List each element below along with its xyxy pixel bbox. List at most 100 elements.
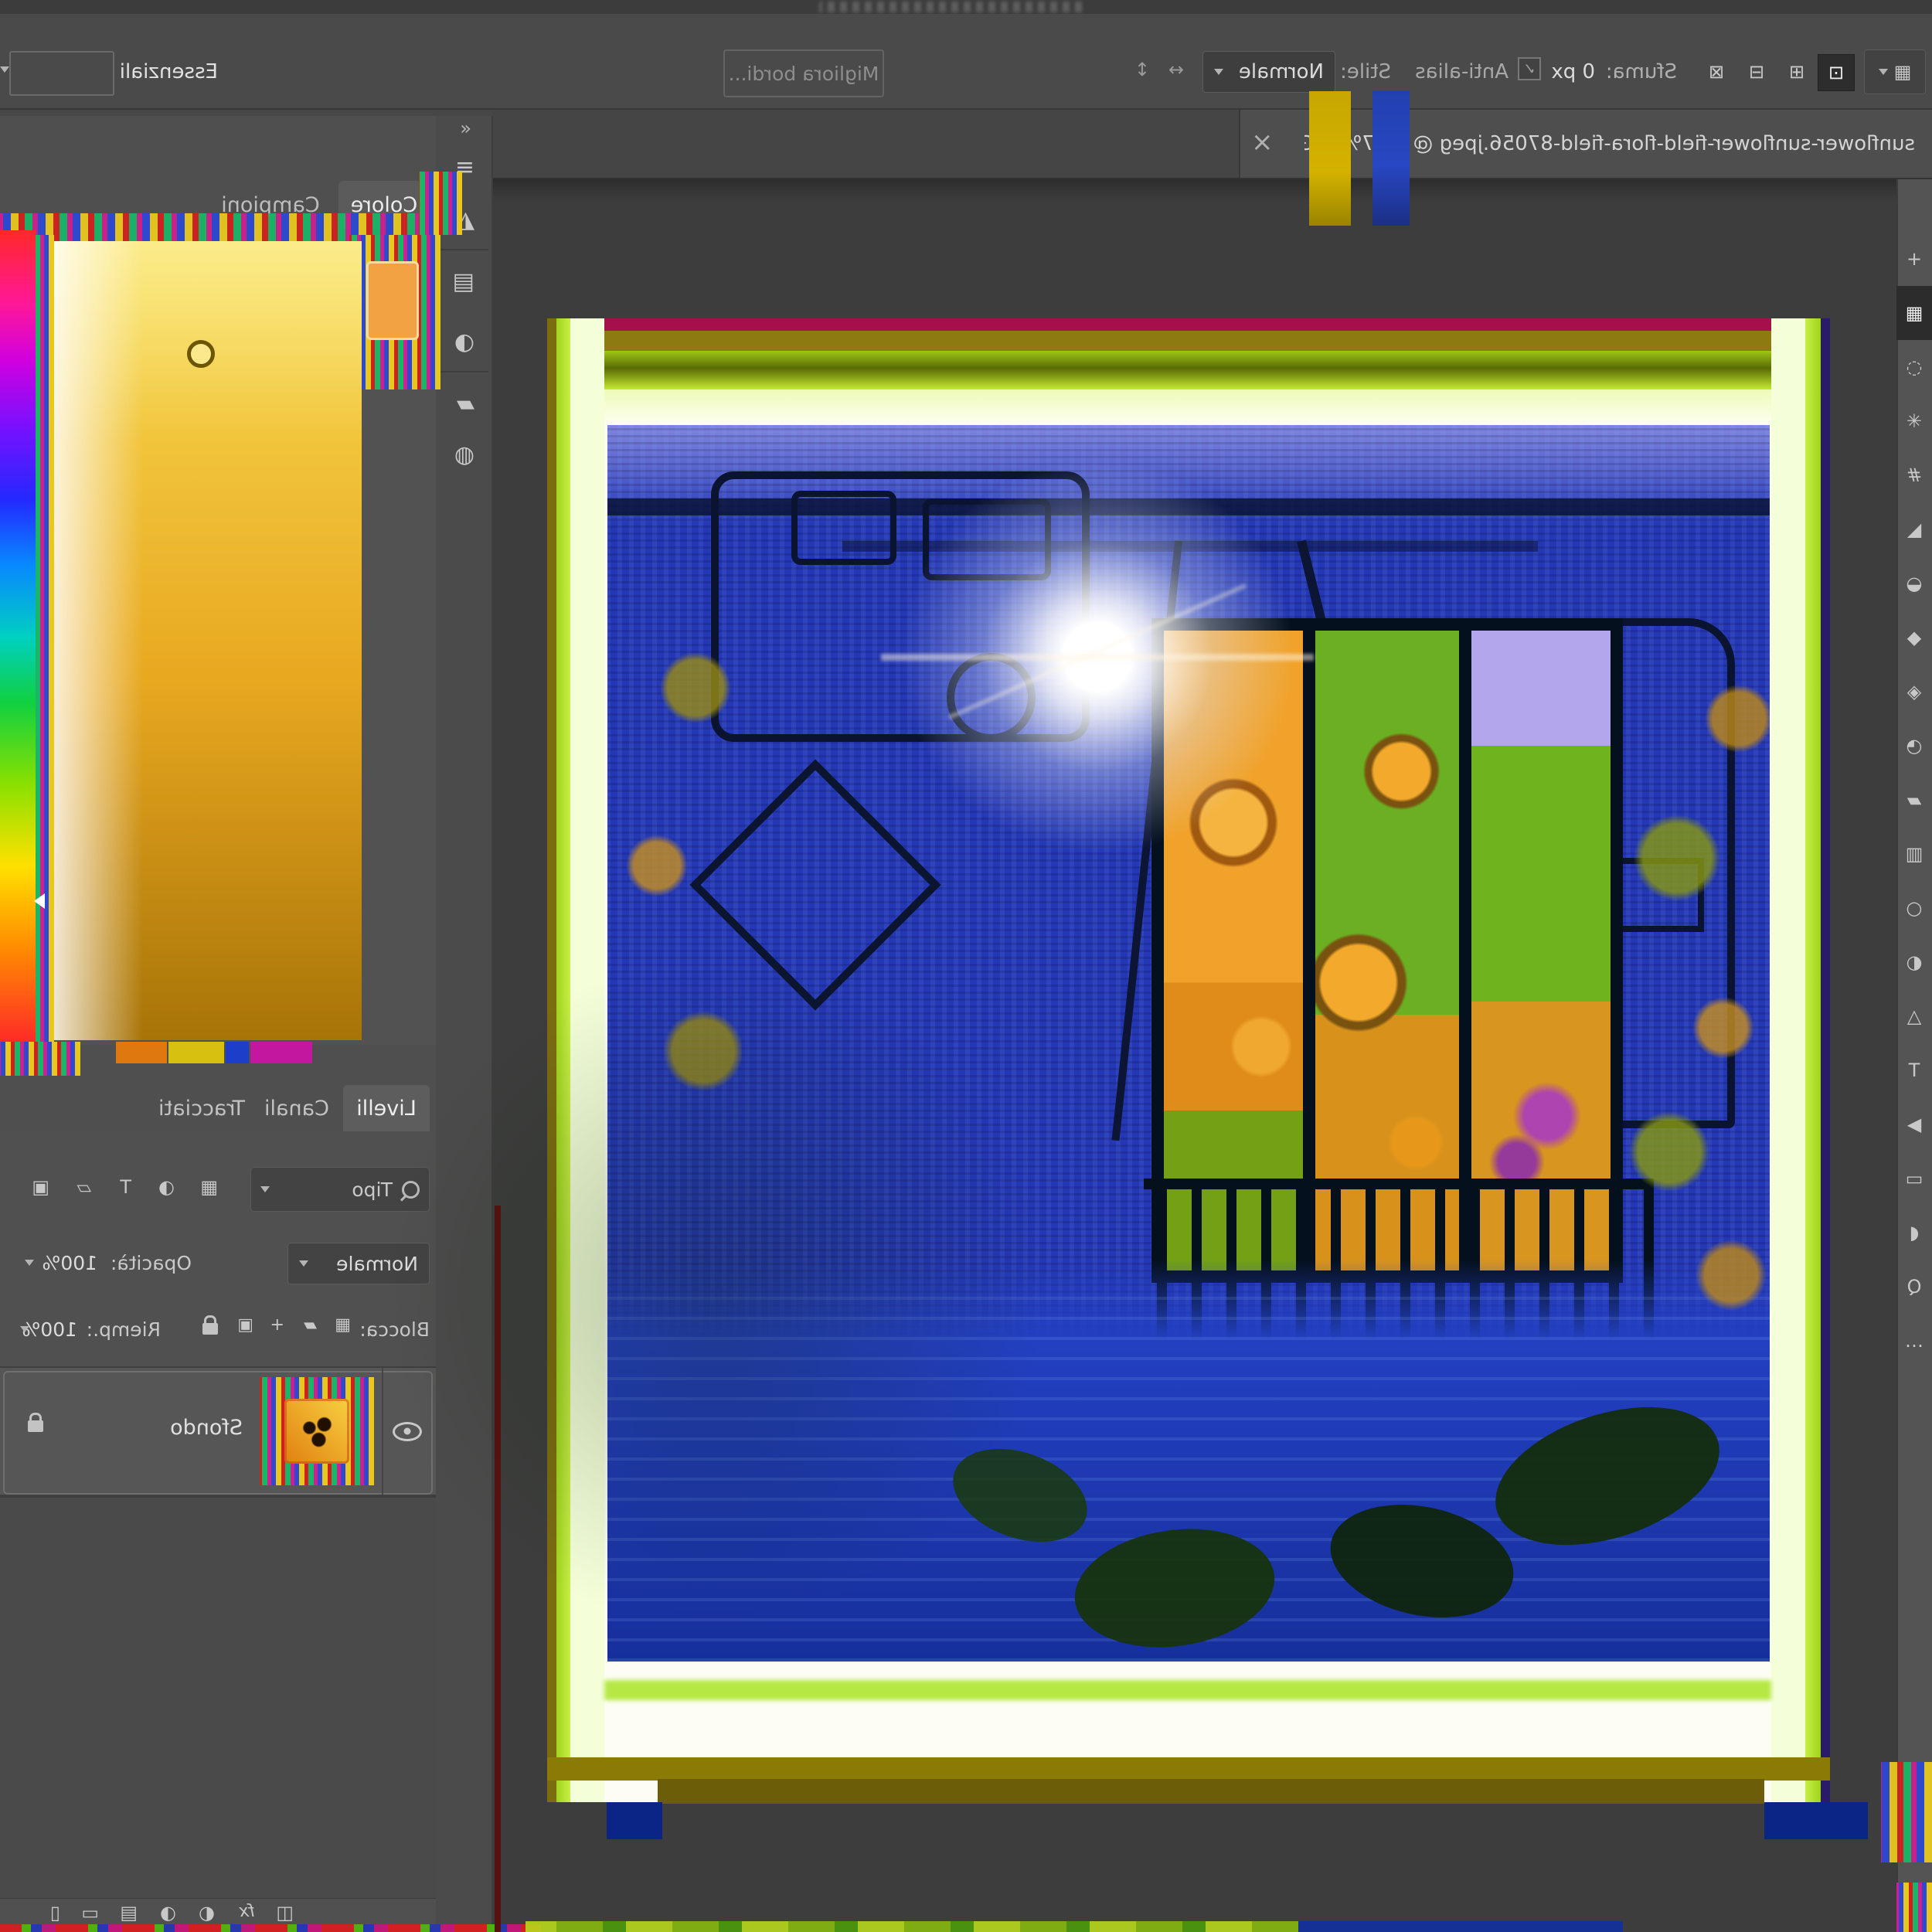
link-height-icon[interactable]: ↕ [1134, 60, 1150, 79]
refine-edge-button[interactable]: Migliora bordi... [723, 49, 884, 97]
selection-mode-new-button[interactable]: ⊡ [1818, 54, 1855, 91]
hue-slider[interactable] [0, 230, 36, 1045]
options-bar: ▦ ⊡ ⊞ ⊟ ⊠ Sfuma: 0 px ✓ Anti-alias Stile… [0, 14, 1932, 110]
move-tool-button[interactable]: + [1896, 232, 1932, 286]
fill-value[interactable]: 100% [22, 1318, 77, 1341]
hand-tool-button[interactable]: ◖ [1896, 1206, 1932, 1260]
clone-source-panel-icon[interactable]: ◍ [454, 444, 474, 467]
selection-mode-subtract-button[interactable]: ⊟ [1739, 54, 1774, 90]
lock-artboard-button[interactable]: ▣ [237, 1317, 253, 1334]
antialias-checkbox[interactable]: ✓ [1518, 57, 1541, 80]
canvas-top-shade [493, 179, 1896, 201]
selection-mode-intersect-button[interactable]: ⊠ [1699, 54, 1734, 90]
hue-slider-marker[interactable] [34, 893, 45, 909]
lock-all-button[interactable] [202, 1323, 218, 1335]
clone-stamp-tool-button[interactable]: ◈ [1896, 665, 1932, 719]
fill-chevron-icon[interactable] [20, 1326, 29, 1332]
blur-tool-button[interactable]: ○ [1896, 881, 1932, 935]
dodge-tool-button[interactable]: ◐ [1896, 935, 1932, 989]
photoshop-window: ▦ ⊡ ⊞ ⊟ ⊠ Sfuma: 0 px ✓ Anti-alias Stile… [0, 0, 1932, 1932]
brushes-panel-icon[interactable]: ▰ [457, 393, 474, 416]
eraser-tool-button[interactable]: ▰ [1896, 773, 1932, 827]
adjustments-panel-icon[interactable]: ◑ [454, 331, 474, 354]
navy-square-left [607, 1802, 662, 1839]
fill-label: Riemp.: [87, 1318, 161, 1341]
wand-tool-button[interactable]: ✳ [1896, 394, 1932, 448]
close-icon[interactable]: × [1251, 127, 1274, 158]
check-icon: ✓ [1523, 60, 1536, 78]
frame-left-indigo [1821, 318, 1830, 1802]
gradient-tool-button[interactable]: ▥ [1896, 827, 1932, 881]
artwork-shadow [658, 1779, 1764, 1804]
selection-mode-add-button[interactable]: ⊞ [1779, 54, 1815, 90]
filter-pixel-layers-button[interactable]: ▦ [200, 1178, 218, 1196]
tab-canali-label: Canali [264, 1097, 329, 1121]
navy-square-right [1764, 1802, 1868, 1839]
tab-tracciati-label: Tracciati [158, 1097, 245, 1121]
layer-group-button[interactable]: ▤ [120, 1903, 138, 1922]
glitch-bar-blue [1372, 91, 1410, 226]
layer-name[interactable]: Sfondo [170, 1416, 243, 1440]
glitch-bar-yellow [1309, 91, 1351, 226]
frame-left-glow [1771, 318, 1805, 1802]
opacity-value[interactable]: 100% [43, 1252, 97, 1274]
sketch-bus-window-2 [791, 491, 896, 565]
filter-shape-layers-button[interactable]: ▱ [77, 1178, 91, 1196]
workspace-switcher-box[interactable] [9, 51, 114, 96]
style-label: Stile: [1340, 60, 1391, 83]
lasso-tool-button[interactable]: ◌ [1896, 340, 1932, 394]
healing-tool-button[interactable]: ◒ [1896, 556, 1932, 611]
frame-top-olive [547, 331, 1830, 351]
filter-adjustment-layers-button[interactable]: ◑ [158, 1178, 175, 1196]
layer-mask-button[interactable]: ◐ [199, 1903, 215, 1922]
canvas-bottom-strip-blue [1298, 1921, 1623, 1932]
chevron-down-icon [1879, 69, 1888, 75]
workspace-chevron-icon[interactable] [0, 66, 9, 73]
toolbar-glitch-block [1896, 1883, 1932, 1932]
dock-divider-1 [437, 249, 488, 250]
crop-tool-button[interactable]: # [1896, 448, 1932, 502]
feather-input[interactable]: 0 px [1551, 60, 1595, 83]
adjustment-layer-button[interactable]: ◑ [160, 1903, 176, 1922]
delete-layer-button[interactable]: ▯ [50, 1903, 60, 1922]
layer-lock-icon [28, 1420, 43, 1432]
eyedropper-tool-button[interactable]: ◣ [1896, 502, 1932, 556]
shape-tool-button[interactable]: ▭ [1896, 1151, 1932, 1206]
libraries-panel-icon[interactable]: ▤ [453, 270, 474, 294]
style-dropdown[interactable]: Normale [1202, 51, 1335, 93]
intersect-selection-icon: ⊠ [1709, 63, 1724, 81]
color-field-marker[interactable] [187, 340, 215, 368]
link-layers-button[interactable]: ◫ [276, 1903, 294, 1922]
new-layer-button[interactable]: ▭ [81, 1903, 99, 1922]
layer-effects-button[interactable]: fx [239, 1903, 255, 1920]
lock-position-button[interactable]: + [270, 1317, 284, 1334]
opacity-chevron-icon[interactable] [25, 1260, 34, 1266]
zoom-tool-button[interactable]: Q [1896, 1260, 1932, 1314]
lock-transparent-pixels-button[interactable]: ▦ [335, 1317, 351, 1334]
tab-canali[interactable]: Canali [257, 1085, 337, 1131]
dock-divider-2 [437, 371, 488, 372]
type-tool-button[interactable]: T [1896, 1043, 1932, 1097]
path-select-tool-button[interactable]: ▶ [1896, 1097, 1932, 1151]
tools-panel: + ▦ ◌ ✳ # ◣ ◒ ◆ ◈ ◔ ▰ ▥ ○ ◐ △ T ▶ ▭ ◖ Q … [1896, 179, 1932, 1932]
brush-tool-button[interactable]: ◆ [1896, 611, 1932, 665]
marquee-tool-button[interactable]: ▦ [1896, 286, 1932, 340]
new-selection-icon: ⊡ [1828, 63, 1844, 82]
menu-text-smudge [819, 2, 1082, 12]
door-purple-flowers [1487, 1063, 1587, 1195]
layer-thumbnail[interactable] [260, 1377, 374, 1485]
lock-image-pixels-button[interactable]: ▰ [304, 1317, 317, 1334]
color-field[interactable] [49, 241, 362, 1040]
filter-smart-objects-button[interactable]: ▣ [32, 1178, 49, 1196]
canvas-bottom-strip-green [526, 1921, 1298, 1932]
chevron-down-icon [1214, 69, 1223, 75]
dock-collapse-chevrons[interactable]: « [460, 117, 471, 139]
current-color-swatch[interactable] [366, 261, 419, 340]
history-brush-tool-button[interactable]: ◔ [1896, 719, 1932, 773]
more-tools-button[interactable]: … [1896, 1314, 1932, 1368]
pen-tool-button[interactable]: △ [1896, 989, 1932, 1043]
link-width-icon[interactable]: ↔ [1168, 60, 1184, 79]
filter-type-layers-button[interactable]: T [120, 1178, 131, 1196]
tool-preset-picker[interactable]: ▦ [1864, 49, 1926, 94]
tab-tracciati[interactable]: Tracciati [153, 1085, 250, 1131]
